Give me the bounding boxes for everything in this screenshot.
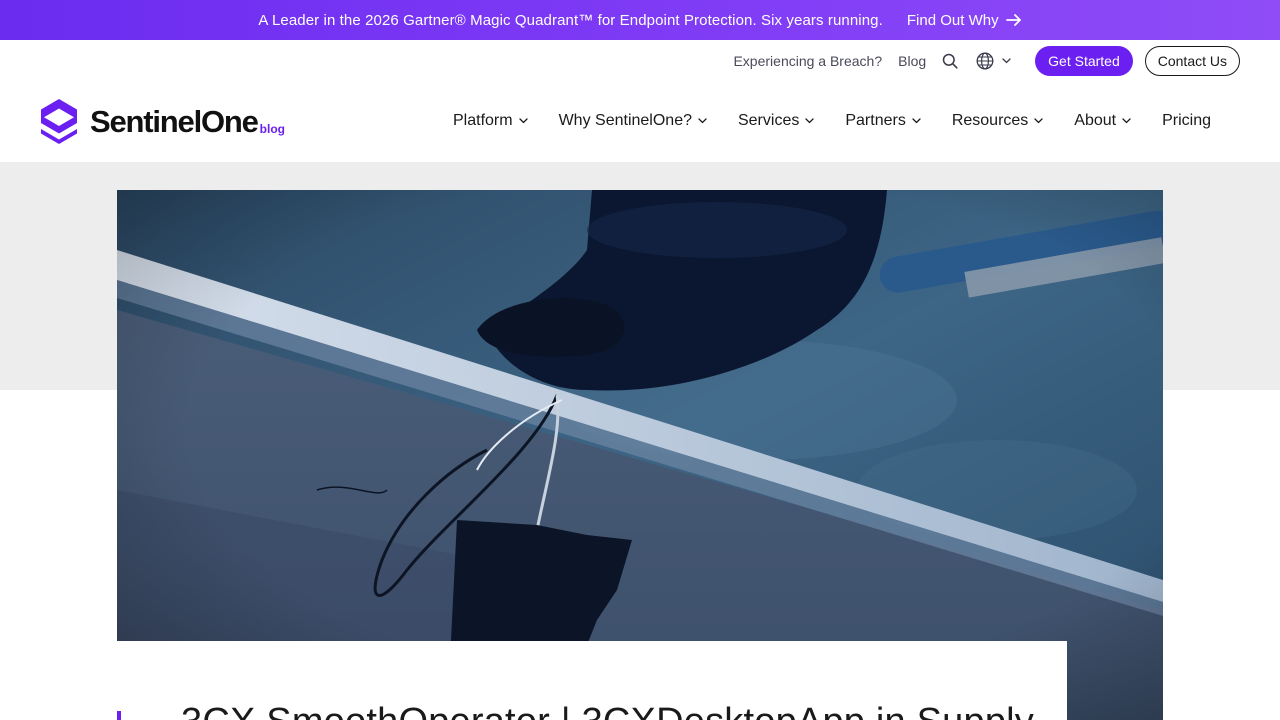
- language-selector[interactable]: [976, 52, 1011, 70]
- chevron-down-icon: [698, 118, 707, 124]
- experiencing-breach-link[interactable]: Experiencing a Breach?: [733, 53, 882, 69]
- nav-partners[interactable]: Partners: [845, 112, 921, 130]
- announcement-message: A Leader in the 2026 Gartner® Magic Quad…: [258, 11, 883, 29]
- article-card: 3CX SmoothOperator | 3CXDesktopApp in Su…: [117, 641, 1067, 720]
- nav-pricing-label: Pricing: [1162, 112, 1212, 129]
- blog-link[interactable]: Blog: [898, 53, 926, 69]
- sentinelone-logo[interactable]: SentinelOne blog: [40, 99, 285, 144]
- nav-about[interactable]: About: [1074, 112, 1131, 130]
- chevron-down-icon: [912, 118, 921, 124]
- logo-wordmark: SentinelOne: [90, 104, 259, 139]
- nav-partners-label: Partners: [845, 112, 906, 129]
- title-accent-bar: [117, 711, 121, 720]
- nav-services-label: Services: [737, 112, 800, 129]
- nav-why-sentinelone[interactable]: Why SentinelOne?: [559, 112, 707, 130]
- find-out-why-label: Find Out Why: [906, 11, 999, 29]
- sentinelone-mark-icon: [41, 99, 77, 144]
- nav-pricing[interactable]: Pricing: [1162, 112, 1211, 130]
- nav-about-label: About: [1074, 112, 1117, 129]
- article-title[interactable]: 3CX SmoothOperator | 3CXDesktopApp in Su…: [181, 701, 1034, 720]
- chevron-down-icon: [1002, 58, 1011, 64]
- search-icon[interactable]: [942, 53, 958, 69]
- arrow-right-icon: [1005, 14, 1021, 26]
- nav-services[interactable]: Services: [738, 112, 814, 130]
- contact-us-button[interactable]: Contact Us: [1144, 46, 1240, 76]
- announcement-bar: A Leader in the 2026 Gartner® Magic Quad…: [0, 0, 1280, 40]
- nav-platform[interactable]: Platform: [453, 112, 528, 130]
- utility-nav: Experiencing a Breach? Blog Get Started …: [733, 46, 1240, 76]
- chevron-down-icon: [1034, 118, 1043, 124]
- nav-resources-label: Resources: [951, 112, 1029, 129]
- chevron-down-icon: [1122, 118, 1131, 124]
- nav-resources[interactable]: Resources: [952, 112, 1043, 130]
- logo-blog-tag: blog: [259, 122, 285, 136]
- nav-why-sentinelone-label: Why SentinelOne?: [558, 112, 692, 129]
- main-nav: Platform Why SentinelOne? Services Partn…: [453, 108, 1211, 134]
- chevron-down-icon: [518, 118, 528, 124]
- chevron-down-icon: [805, 118, 814, 124]
- get-started-button[interactable]: Get Started: [1035, 46, 1133, 76]
- nav-platform-label: Platform: [453, 112, 513, 129]
- globe-icon: [976, 52, 994, 70]
- find-out-why-link[interactable]: Find Out Why: [907, 12, 1022, 29]
